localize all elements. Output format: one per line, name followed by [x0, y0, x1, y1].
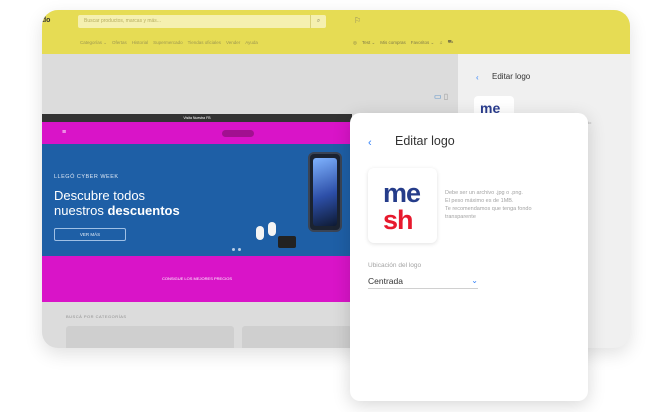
- nav-categories[interactable]: Categorías ⌄: [80, 40, 107, 46]
- help-line: Te recomendamos que tenga fondo: [445, 206, 532, 212]
- device-toggle: ▭ ▯: [434, 92, 448, 101]
- hero-button[interactable]: VER MÁS: [54, 228, 126, 241]
- category-card[interactable]: [66, 326, 234, 348]
- menu-icon[interactable]: ≡: [62, 129, 66, 136]
- promo-icon[interactable]: ⚐: [354, 16, 361, 25]
- nav-supermarket[interactable]: Supermercado: [153, 40, 183, 46]
- user-menu: ◎ Test ⌄ Mis compras Favoritos ⌄ ♫ ⛟: [353, 39, 453, 46]
- hero-title-line2a: nuestros: [54, 203, 108, 218]
- cart-icon[interactable]: ⛟: [448, 39, 454, 46]
- purchases-link[interactable]: Mis compras: [380, 40, 406, 45]
- user-avatar-icon[interactable]: ◎: [353, 40, 357, 46]
- side-panel-title: Editar logo: [492, 72, 531, 81]
- logo-text-line2: sh: [383, 205, 413, 235]
- help-line: transparente: [445, 214, 476, 220]
- nav-help[interactable]: Ayuda: [245, 40, 258, 46]
- store-header: ≡: [42, 122, 352, 144]
- promo-bar: CONSIGUE LOS MEJORES PRECIOS: [42, 256, 352, 302]
- earbud-image-right: [268, 222, 276, 236]
- search-input[interactable]: Buscar productos, marcas y más... ⌕: [78, 15, 326, 28]
- category-label: BUSCÁ POR CATEGORÍAS: [66, 314, 127, 319]
- logo-upload-preview[interactable]: me sh: [368, 168, 437, 243]
- side-back-icon[interactable]: ‹: [476, 73, 479, 82]
- top-strip: Visita Nuestra FB: [42, 114, 352, 122]
- logo-requirements: Debe ser un archivo .jpg o .png. El peso…: [445, 189, 577, 221]
- location-select[interactable]: Centrada ⌄: [368, 273, 478, 289]
- nav-history[interactable]: Historial: [132, 40, 148, 46]
- main-nav: Categorías ⌄ Ofertas Historial Supermerc…: [80, 40, 258, 46]
- phone-image: [308, 152, 342, 232]
- store-preview: Visita Nuestra FB ≡ LLEGÓ CYBER WEEK Des…: [42, 114, 352, 348]
- bell-icon[interactable]: ♫: [439, 40, 442, 45]
- favorites-link[interactable]: Favoritos ⌄: [411, 40, 435, 46]
- carousel-dots[interactable]: [232, 248, 241, 251]
- hero-title-line2b: descuentos: [107, 203, 180, 218]
- hero-tag: LLEGÓ CYBER WEEK: [54, 174, 119, 180]
- desktop-icon[interactable]: ▭: [434, 92, 442, 101]
- card-title: Editar logo: [395, 134, 455, 148]
- site-logo[interactable]: ado: [42, 17, 50, 24]
- help-line: Debe ser un archivo .jpg o .png.: [445, 190, 523, 196]
- nav-offers[interactable]: Ofertas: [112, 40, 127, 46]
- help-line: El peso máximo es de 1MB.: [445, 198, 514, 204]
- store-logo: [222, 130, 254, 137]
- location-label: Ubicación del logo: [368, 262, 422, 269]
- edit-logo-card: ‹ Editar logo me sh Debe ser un archivo …: [350, 113, 588, 401]
- search-icon[interactable]: ⌕: [310, 15, 326, 28]
- location-value: Centrada: [368, 275, 403, 286]
- user-name[interactable]: Test ⌄: [362, 40, 375, 46]
- earbud-image-left: [256, 226, 264, 240]
- chevron-down-icon: ⌄: [471, 276, 478, 285]
- hero-title: Descubre todos nuestros descuentos: [54, 188, 180, 218]
- hero-banner: LLEGÓ CYBER WEEK Descubre todos nuestros…: [42, 144, 352, 256]
- category-card[interactable]: [242, 326, 352, 348]
- back-chevron-icon[interactable]: ‹: [368, 137, 372, 149]
- search-placeholder: Buscar productos, marcas y más...: [84, 18, 161, 24]
- marketplace-header: ado Buscar productos, marcas y más... ⌕ …: [42, 10, 630, 54]
- stage: ado Buscar productos, marcas y más... ⌕ …: [0, 0, 672, 412]
- mobile-icon[interactable]: ▯: [444, 92, 448, 101]
- memory-card-image: [278, 236, 296, 248]
- nav-sell[interactable]: Vender: [226, 40, 240, 46]
- hero-title-line1: Descubre todos: [54, 188, 146, 203]
- nav-official-stores[interactable]: Tiendas oficiales: [188, 40, 221, 46]
